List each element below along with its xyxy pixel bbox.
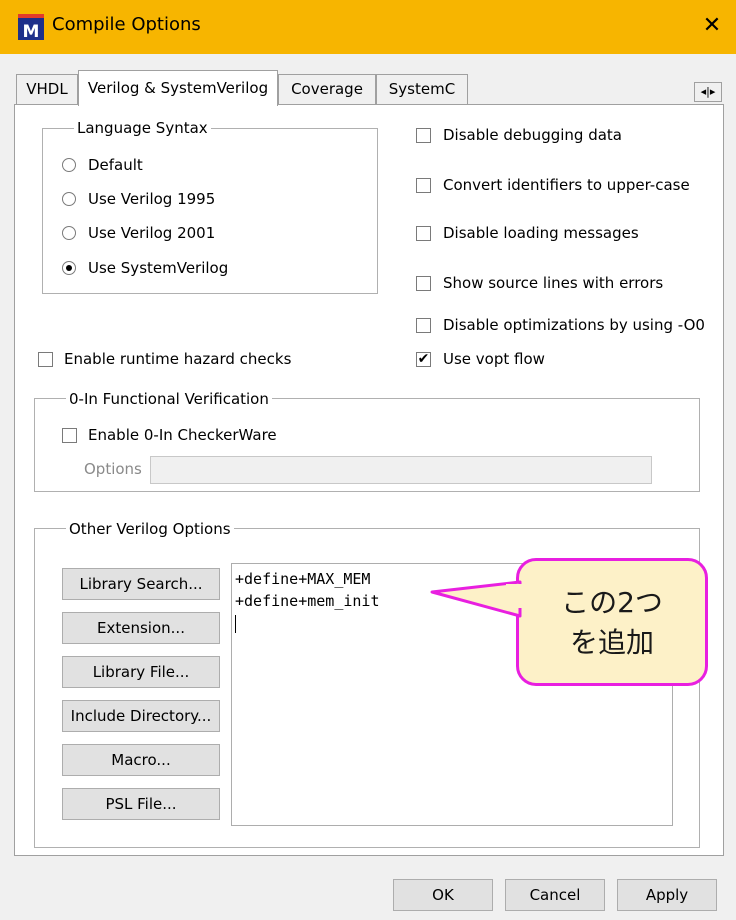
tab-verilog-systemverilog[interactable]: Verilog & SystemVerilog — [78, 70, 278, 106]
checkbox-show-source-lines[interactable] — [416, 276, 431, 291]
radio-verilog-2001[interactable] — [62, 226, 76, 240]
options-input — [150, 456, 652, 484]
annotation-callout: この2つ を追加 — [516, 558, 708, 686]
tab-systemc[interactable]: SystemC — [376, 74, 468, 104]
cancel-button[interactable]: Cancel — [505, 879, 605, 911]
radio-systemverilog-label[interactable]: Use SystemVerilog — [88, 259, 228, 277]
options-label: Options — [84, 460, 142, 478]
macro-button[interactable]: Macro... — [62, 744, 220, 776]
radio-verilog-1995-label[interactable]: Use Verilog 1995 — [88, 190, 215, 208]
include-directory-button[interactable]: Include Directory... — [62, 700, 220, 732]
callout-line-2: を追加 — [569, 626, 654, 659]
use-vopt-flow-label[interactable]: Use vopt flow — [443, 350, 545, 368]
tab-coverage[interactable]: Coverage — [278, 74, 376, 104]
library-search-button[interactable]: Library Search... — [62, 568, 220, 600]
checkbox-disable-loading-messages[interactable] — [416, 226, 431, 241]
disable-loading-messages-label[interactable]: Disable loading messages — [443, 224, 639, 242]
show-source-lines-label[interactable]: Show source lines with errors — [443, 274, 663, 292]
apply-button[interactable]: Apply — [617, 879, 717, 911]
other-verilog-label: Other Verilog Options — [66, 520, 234, 538]
radio-verilog-2001-label[interactable]: Use Verilog 2001 — [88, 224, 215, 242]
zero-in-label: 0-In Functional Verification — [66, 390, 272, 408]
checkbox-convert-identifiers[interactable] — [416, 178, 431, 193]
callout-pointer-cover — [506, 584, 522, 608]
checkbox-enable-0in[interactable] — [62, 428, 77, 443]
disable-debugging-data-label[interactable]: Disable debugging data — [443, 126, 622, 144]
library-file-button[interactable]: Library File... — [62, 656, 220, 688]
extension-button[interactable]: Extension... — [62, 612, 220, 644]
convert-identifiers-label[interactable]: Convert identifiers to upper-case — [443, 176, 690, 194]
radio-systemverilog[interactable] — [62, 261, 76, 275]
disable-optimizations-label[interactable]: Disable optimizations by using -O0 — [443, 316, 705, 334]
radio-verilog-1995[interactable] — [62, 192, 76, 206]
close-icon[interactable]: ✕ — [698, 12, 726, 40]
app-logo-icon: M — [18, 14, 44, 42]
checkbox-use-vopt-flow[interactable]: ✔ — [416, 352, 431, 367]
checkbox-disable-debugging-data[interactable] — [416, 128, 431, 143]
window-title: Compile Options — [52, 14, 201, 35]
language-syntax-label: Language Syntax — [74, 119, 211, 137]
callout-line-1: この2つ — [561, 586, 663, 619]
radio-default[interactable] — [62, 158, 76, 172]
runtime-hazard-label[interactable]: Enable runtime hazard checks — [64, 350, 291, 368]
psl-file-button[interactable]: PSL File... — [62, 788, 220, 820]
radio-default-label[interactable]: Default — [88, 156, 143, 174]
tab-scroll-arrows-icon[interactable]: ◂|▸ — [694, 82, 722, 102]
enable-0in-label[interactable]: Enable 0-In CheckerWare — [88, 426, 277, 444]
checkbox-disable-optimizations[interactable] — [416, 318, 431, 333]
checkbox-runtime-hazard[interactable] — [38, 352, 53, 367]
ok-button[interactable]: OK — [393, 879, 493, 911]
tab-vhdl[interactable]: VHDL — [16, 74, 78, 104]
